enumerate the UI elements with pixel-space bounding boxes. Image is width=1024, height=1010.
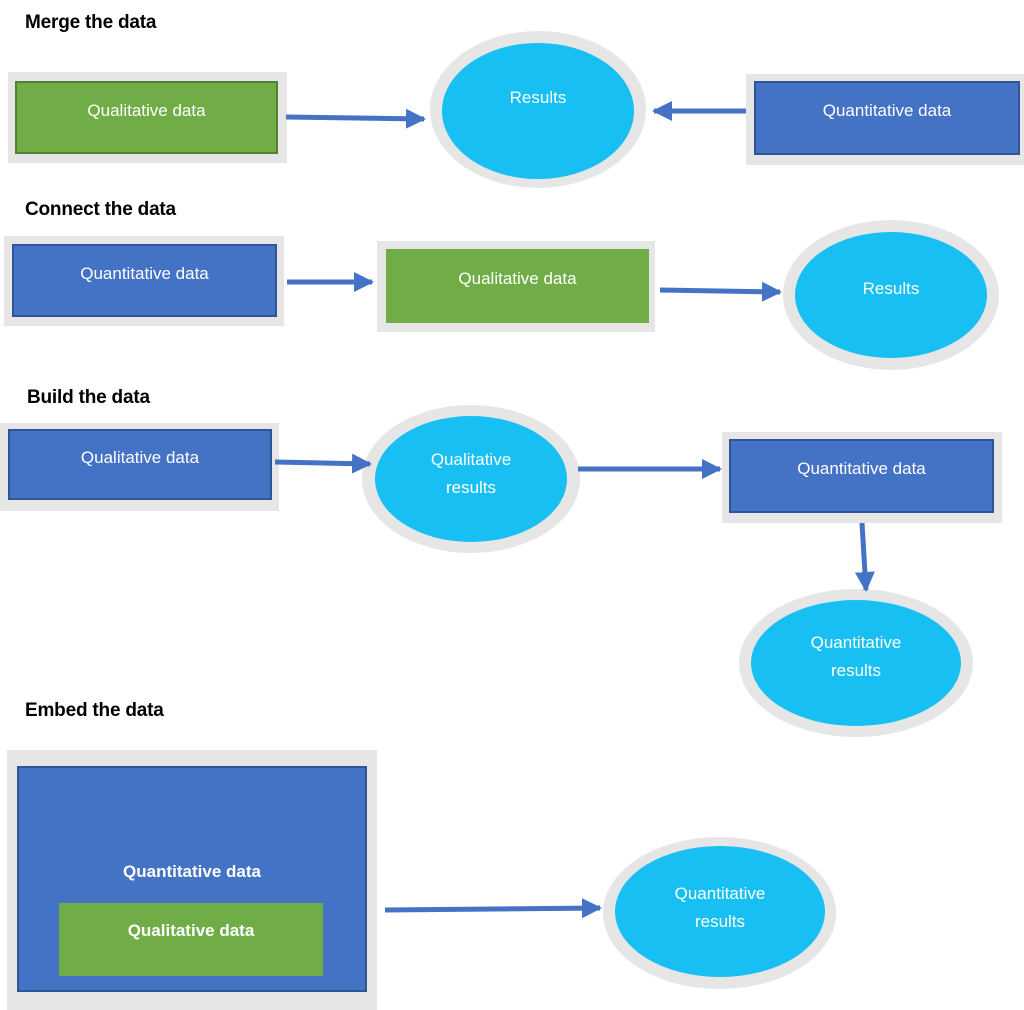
embed-qualitative-label: Qualitative data <box>127 921 255 940</box>
build-quantitative-results-line2: results <box>830 661 882 680</box>
build-arrow-1 <box>274 453 372 474</box>
merge-results-ellipse: Results <box>442 43 634 179</box>
connect-results-ellipse: Results <box>795 232 987 358</box>
build-section-title: Build the data <box>27 387 150 408</box>
build-qualitative-results-ellipse: Qualitative results <box>375 416 567 542</box>
build-qualitative-results-line2: results <box>445 478 497 497</box>
embed-quantitative-label: Quantitative data <box>123 862 261 881</box>
connect-qualitative-label: Qualitative data <box>458 269 577 288</box>
build-quantitative-label: Quantitative data <box>797 459 926 478</box>
merge-qualitative-label: Qualitative data <box>87 101 206 120</box>
connect-qualitative-box: Qualitative data <box>386 249 649 323</box>
connect-quantitative-label: Quantitative data <box>80 264 209 283</box>
embed-qualitative-box: Qualitative data <box>59 903 323 976</box>
build-quantitative-results-ellipse: Quantitative results <box>751 600 961 726</box>
build-quantitative-box: Quantitative data <box>729 439 994 513</box>
merge-arrow-left-to-results <box>285 108 426 129</box>
build-qualitative-results-line1: Qualitative <box>430 450 512 469</box>
build-qualitative-label: Qualitative data <box>80 448 200 467</box>
build-arrow-3-down <box>854 522 875 592</box>
connect-results-label: Results <box>862 279 920 298</box>
merge-quantitative-box: Quantitative data <box>754 81 1020 155</box>
merge-qualitative-box: Qualitative data <box>15 81 278 154</box>
connect-quantitative-box: Quantitative data <box>12 244 277 317</box>
merge-section-title: Merge the data <box>25 12 157 33</box>
connect-section-title: Connect the data <box>25 199 176 220</box>
embed-arrow <box>384 898 602 919</box>
build-qualitative-box: Qualitative data <box>8 429 272 500</box>
embed-section-title: Embed the data <box>25 700 164 721</box>
embed-results-line1: Quantitative <box>674 883 766 903</box>
build-quantitative-results-line1: Quantitative <box>810 633 902 652</box>
embed-results-line2: results <box>694 911 746 931</box>
connect-arrow-2 <box>659 281 782 302</box>
merge-quantitative-label: Quantitative data <box>822 101 952 120</box>
embed-results-ellipse: Quantitative results <box>615 846 825 977</box>
merge-results-label: Results <box>509 88 567 107</box>
